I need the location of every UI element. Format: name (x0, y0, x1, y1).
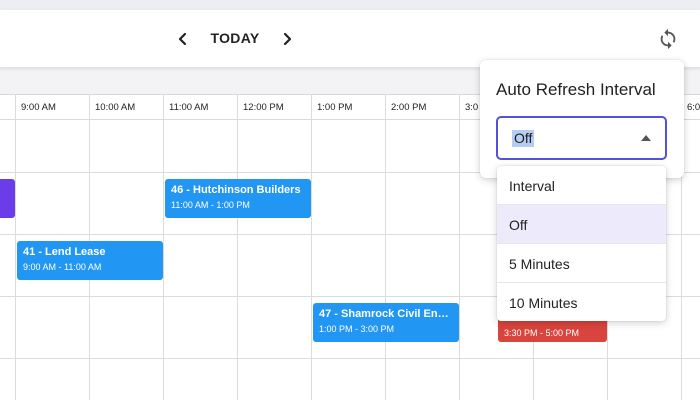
event-time: 11:00 AM - 1:00 PM (171, 200, 250, 210)
option-off[interactable]: Off (497, 205, 666, 244)
event-title: 46 - Hutchinson Builders (171, 184, 301, 196)
time-slot: 3:0 (465, 102, 479, 113)
popover-title: Auto Refresh Interval (496, 80, 656, 99)
select-value: Off (512, 130, 535, 147)
time-slot: 2:00 PM (391, 102, 427, 113)
refresh-button[interactable] (655, 26, 681, 52)
event-time: 3:30 PM - 5:00 PM (504, 328, 580, 338)
top-strip (0, 0, 700, 10)
prev-button[interactable] (172, 28, 194, 50)
time-slot: 9:00 AM (21, 102, 56, 113)
time-slot: 10:00 AM (95, 102, 136, 113)
time-slot: 11:00 AM (169, 102, 209, 113)
event-time: 9:00 AM - 11:00 AM (23, 262, 102, 272)
event-time: 1:00 PM - 3:00 PM (319, 324, 395, 334)
event-title: 47 - Shamrock Civil Engineering (319, 308, 453, 320)
auto-refresh-popover: Auto Refresh Interval Off (480, 60, 684, 178)
time-slot: 6:0 (687, 102, 700, 113)
time-slot: 1:00 PM (317, 102, 353, 113)
refresh-interval-menu: Interval Off 5 Minutes 10 Minutes (497, 166, 666, 321)
chevron-right-icon (283, 32, 292, 46)
refresh-interval-select[interactable]: Off (496, 116, 667, 160)
calendar-event[interactable] (0, 179, 15, 218)
event-title: 41 - Lend Lease (23, 246, 106, 258)
calendar-event[interactable]: 47 - Shamrock Civil Engineering 1:00 PM … (313, 303, 459, 342)
caret-up-icon (641, 135, 651, 141)
calendar-event[interactable]: 46 - Hutchinson Builders 11:00 AM - 1:00… (165, 179, 311, 218)
chevron-left-icon (178, 32, 187, 46)
next-button[interactable] (276, 28, 298, 50)
option-interval[interactable]: Interval (497, 166, 666, 205)
refresh-icon (660, 28, 676, 50)
calendar-event[interactable]: 41 - Lend Lease 9:00 AM - 11:00 AM (17, 241, 163, 280)
option-10-minutes[interactable]: 10 Minutes (497, 283, 666, 321)
time-slot: 12:00 PM (243, 102, 284, 113)
option-5-minutes[interactable]: 5 Minutes (497, 244, 666, 283)
today-button[interactable]: TODAY (205, 30, 265, 46)
